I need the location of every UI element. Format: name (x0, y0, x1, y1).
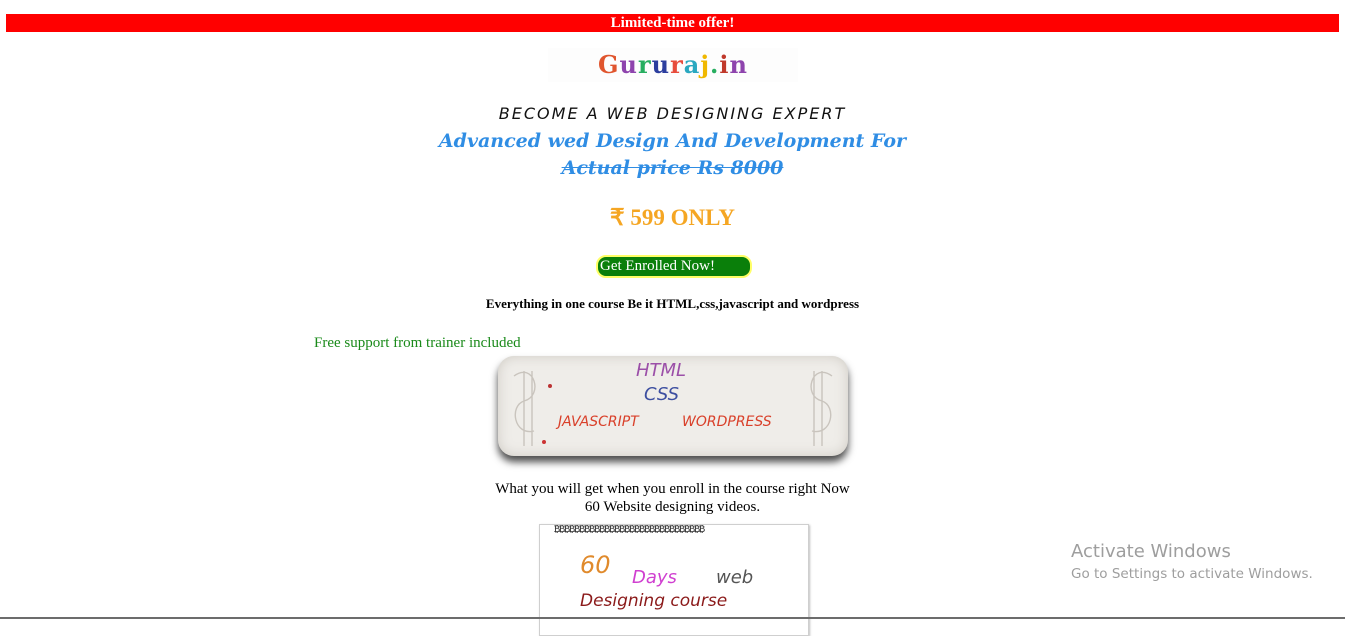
watermark-subtitle: Go to Settings to activate Windows. (1071, 566, 1313, 582)
logo-letter: . (710, 50, 720, 79)
ornament-right-icon (810, 371, 833, 446)
spiral-binding-icon: ₿₿₿₿₿₿₿₿₿₿₿₿₿₿₿₿₿₿₿₿₿₿₿₿₿₿₿₿₿₿ (554, 525, 705, 535)
logo-letter: u (651, 50, 671, 79)
actual-price: Actual price Rs 8000 (561, 157, 784, 179)
logo-letter: n (729, 50, 748, 79)
offer-text: Limited-time offer! (610, 15, 735, 31)
support-note: Free support from trainer included (314, 335, 521, 351)
logo-text: Gururaj.in (548, 48, 798, 82)
logo-letter: G (598, 50, 620, 79)
logo-letter: r (638, 50, 652, 79)
tech-javascript: JAVASCRIPT (558, 414, 639, 430)
tech-wordpress: WORDPRESS (682, 414, 772, 430)
logo-letter: r (670, 50, 684, 79)
logo-letter: j (700, 50, 711, 79)
tagline: BECOME A WEB DESIGNING EXPERT (498, 104, 847, 123)
ornament-left-icon (513, 371, 552, 446)
windows-activation-watermark: Activate Windows Go to Settings to activ… (1071, 541, 1313, 582)
offer-price: ₹ 599 ONLY (610, 205, 735, 230)
benefits-intro: What you will get when you enroll in the… (495, 481, 850, 497)
notebook-designing: Designing course (580, 591, 728, 611)
notebook-number: 60 (580, 551, 611, 579)
notebook-web: web (716, 567, 754, 588)
course-benefits: What you will get when you enroll in the… (0, 480, 1345, 516)
site-logo[interactable]: Gururaj.in (548, 48, 798, 82)
notebook-days: Days (632, 567, 677, 588)
tech-html: HTML (636, 360, 687, 381)
tech-css: CSS (644, 384, 680, 405)
course-summary: Everything in one course Be it HTML,css,… (485, 296, 860, 311)
logo-letter: i (719, 50, 730, 79)
course-headline: Advanced wed Design And Development For … (0, 128, 1345, 182)
enroll-button[interactable]: Get Enrolled Now! (596, 255, 752, 278)
logo-letter: u (619, 50, 638, 79)
offer-banner: Limited-time offer! (6, 14, 1339, 32)
course-notebook-image: ₿₿₿₿₿₿₿₿₿₿₿₿₿₿₿₿₿₿₿₿₿₿₿₿₿₿₿₿₿₿ 60 Days w… (539, 524, 809, 636)
headline-text: Advanced wed Design And Development For (438, 130, 907, 152)
benefit-videos: 60 Website designing videos. (584, 499, 761, 515)
watermark-title: Activate Windows (1071, 541, 1231, 562)
tech-stack-image: HTML CSS JAVASCRIPT WORDPRESS (498, 356, 848, 456)
logo-letter: a (683, 50, 701, 79)
